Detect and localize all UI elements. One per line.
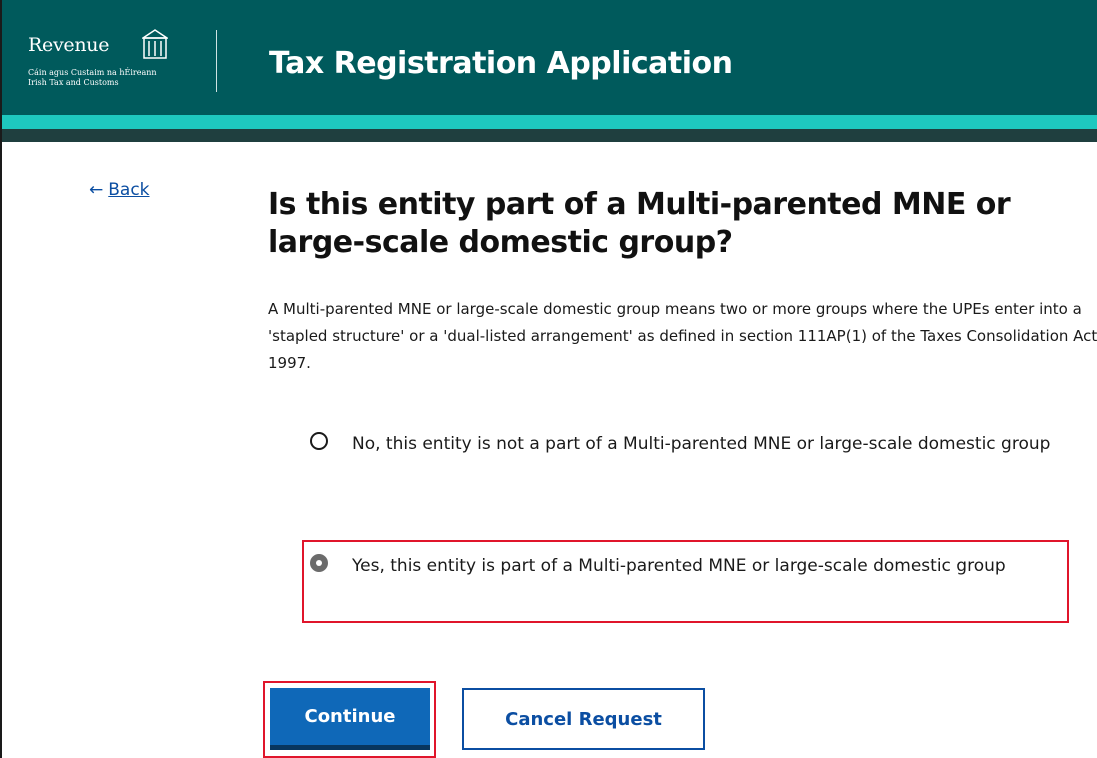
radio-button-no[interactable]: [310, 432, 328, 450]
app-title: Tax Registration Application: [269, 46, 733, 81]
header-accent-stripe: [2, 115, 1097, 129]
radio-option-no[interactable]: No, this entity is not a part of a Multi…: [310, 426, 1070, 506]
logo-subtitle-english: Irish Tax and Customs: [28, 78, 119, 87]
revenue-logo[interactable]: Revenue Cáin agus Custaim na hÉireann Ir…: [28, 28, 188, 98]
harp-building-icon: [142, 29, 168, 59]
radio-button-yes-selected[interactable]: [310, 554, 328, 572]
logo-subtitle-irish: Cáin agus Custaim na hÉireann: [28, 68, 157, 77]
back-link[interactable]: ← Back: [89, 180, 150, 200]
cancel-request-button[interactable]: Cancel Request: [462, 688, 705, 750]
continue-button[interactable]: Continue: [270, 688, 430, 750]
question-description: A Multi-parented MNE or large-scale dome…: [268, 300, 1097, 372]
logo-name: Revenue: [28, 34, 110, 56]
site-header: Revenue Cáin agus Custaim na hÉireann Ir…: [2, 0, 1097, 115]
radio-option-yes[interactable]: Yes, this entity is part of a Multi-pare…: [310, 548, 1070, 622]
radio-option-yes-label: Yes, this entity is part of a Multi-pare…: [352, 556, 1006, 576]
header-bottom-band: [2, 129, 1097, 142]
header-divider: [216, 30, 217, 92]
left-arrow-icon: ←: [89, 180, 104, 200]
radio-option-no-label: No, this entity is not a part of a Multi…: [352, 434, 1051, 454]
back-link-label: Back: [108, 180, 150, 200]
question-heading: Is this entity part of a Multi-parented …: [268, 187, 1011, 260]
